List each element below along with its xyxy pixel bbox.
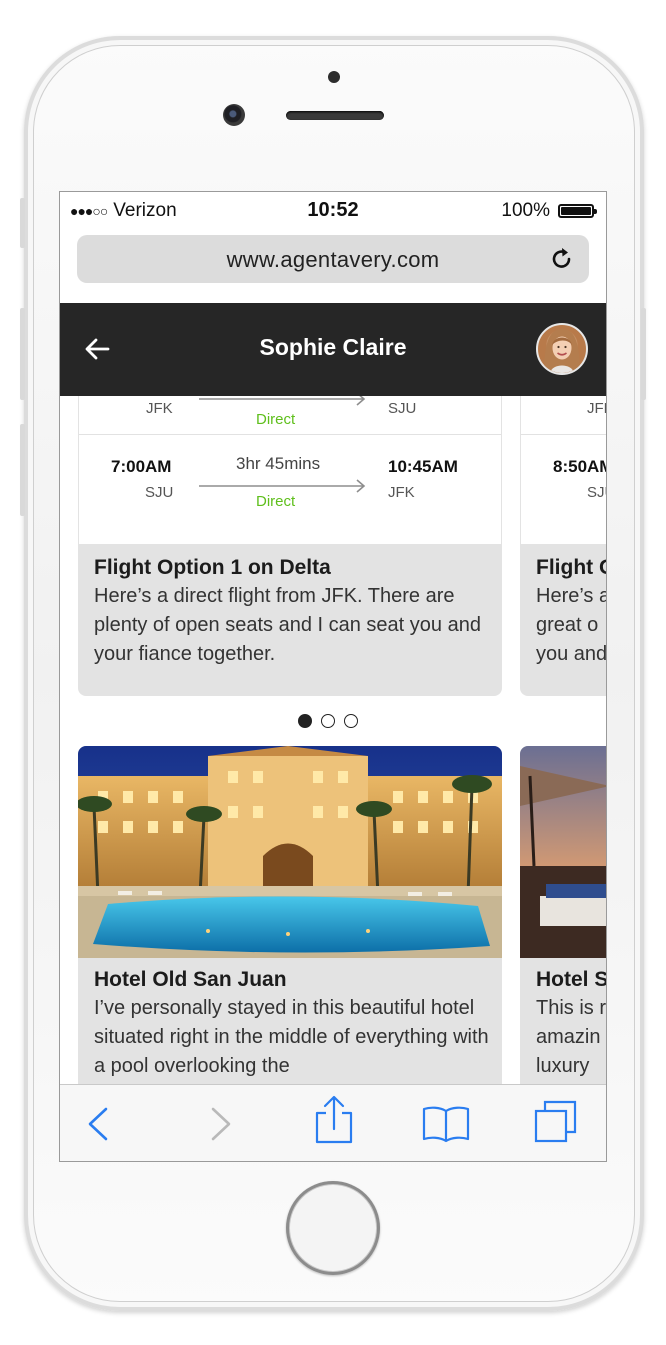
description-line: you and xyxy=(536,643,606,665)
outbound-row: JFK xyxy=(521,396,606,434)
origin-code: JFK xyxy=(146,400,173,417)
tabs-icon[interactable] xyxy=(533,1099,579,1145)
flight-option-title: Flight O xyxy=(536,556,606,579)
hotel-card[interactable]: Hotel S This is r amazin luxury xyxy=(520,746,606,1084)
flight-duration: 3hr 45mins xyxy=(236,454,321,473)
flight-card[interactable]: JFK 8:50AM SJU Flight O Here’s a great o… xyxy=(520,396,606,696)
chat-content[interactable]: JFK Direct SJU 7:00AM SJU 3hr 45mins Dir… xyxy=(60,396,606,1084)
carousel-pagination xyxy=(298,714,358,728)
earpiece-speaker xyxy=(286,111,384,120)
address-bar[interactable]: www.agentavery.com xyxy=(77,235,589,283)
battery-icon xyxy=(558,204,597,218)
home-button[interactable] xyxy=(286,1181,380,1275)
hotel-card[interactable]: Hotel Old San Juan I’ve personally staye… xyxy=(78,746,502,1084)
arrow-right-icon xyxy=(199,396,366,406)
app-header: Sophie Claire xyxy=(60,303,606,396)
stops-label: Direct xyxy=(256,411,296,428)
battery-percent: 100% xyxy=(501,200,550,221)
screen: ●●●○○ Verizon 10:52 100% www.agentavery.… xyxy=(59,191,607,1162)
description-line: This is r xyxy=(536,997,606,1019)
book-icon[interactable] xyxy=(421,1103,471,1145)
hotel-title: Hotel Old San Juan xyxy=(94,968,287,991)
volume-down-button xyxy=(20,424,25,516)
stops-label: Direct xyxy=(256,493,296,510)
flight-card[interactable]: JFK Direct SJU 7:00AM SJU 3hr 45mins Dir… xyxy=(78,396,502,696)
power-button xyxy=(641,308,646,400)
chevron-left-icon[interactable] xyxy=(78,1103,120,1145)
url-text[interactable]: www.agentavery.com xyxy=(77,247,589,273)
flight-itinerary: JFK Direct SJU 7:00AM SJU 3hr 45mins Dir… xyxy=(79,396,501,544)
description-line: luxury xyxy=(536,1055,590,1077)
front-camera xyxy=(223,104,245,126)
page-dot-active[interactable] xyxy=(298,714,312,728)
flight-option-title: Flight Option 1 on Delta xyxy=(94,556,331,579)
origin-code: JFK xyxy=(587,400,606,417)
volume-up-button xyxy=(20,308,25,400)
return-row: 7:00AM SJU 3hr 45mins Direct 10:45AM JFK xyxy=(79,435,501,544)
header-title: Sophie Claire xyxy=(259,334,407,360)
description-line: amazin xyxy=(536,1026,601,1048)
flight-itinerary: JFK 8:50AM SJU xyxy=(521,396,606,544)
browser-toolbar xyxy=(60,1084,606,1161)
page-dot[interactable] xyxy=(321,714,335,728)
destination-code: SJU xyxy=(388,400,417,417)
chevron-right-icon[interactable] xyxy=(199,1103,241,1145)
flight-option-description: Here’s a great o you and xyxy=(536,582,606,669)
outbound-row: JFK Direct SJU xyxy=(79,396,501,434)
proximity-sensor xyxy=(328,71,340,83)
arrive-time: 10:45AM xyxy=(388,457,458,476)
flight-option-description: Here’s a direct flight from JFK. There a… xyxy=(94,585,481,665)
hotel-description: This is r amazin luxury xyxy=(536,994,606,1081)
depart-time: 8:50AM xyxy=(553,457,606,476)
hotel-photo xyxy=(520,746,606,958)
agent-avatar[interactable] xyxy=(536,323,588,375)
share-icon[interactable] xyxy=(312,1095,356,1145)
description-line: Here’s a xyxy=(536,585,606,607)
depart-time: 7:00AM xyxy=(111,457,172,476)
hotel-title: Hotel S xyxy=(536,968,606,991)
origin-code: SJU xyxy=(587,484,606,501)
hotel-description: I’ve personally stayed in this beautiful… xyxy=(94,997,489,1077)
mute-switch xyxy=(20,198,25,248)
destination-code: JFK xyxy=(388,484,415,501)
page-dot[interactable] xyxy=(344,714,358,728)
hotel-photo xyxy=(78,746,502,958)
origin-code: SJU xyxy=(145,484,174,501)
reload-icon[interactable] xyxy=(549,246,575,272)
description-line: great o xyxy=(536,614,599,636)
arrow-right-icon xyxy=(199,479,366,493)
return-row: 8:50AM SJU xyxy=(521,435,606,544)
status-bar: ●●●○○ Verizon 10:52 100% xyxy=(60,192,606,228)
